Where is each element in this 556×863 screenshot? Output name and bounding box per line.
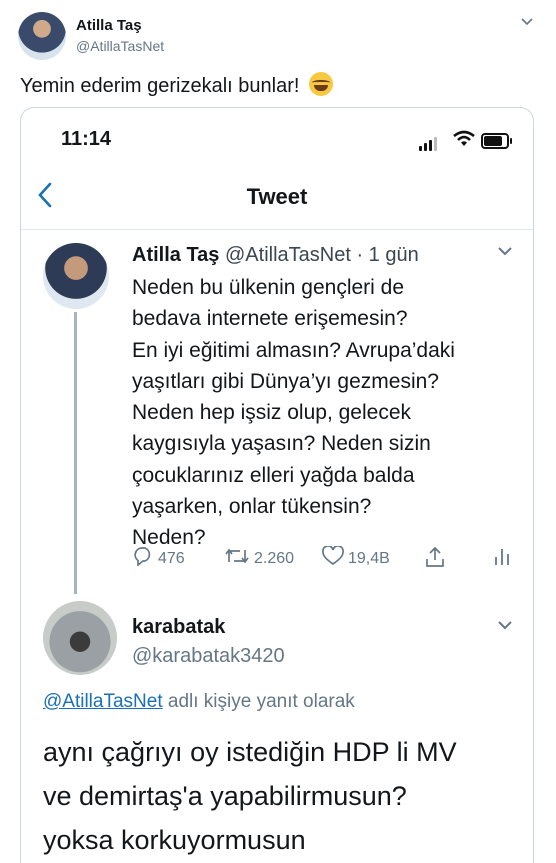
tweet-image[interactable]: 11:14 Tweet Atilla Taş @AtillaTasNet · 1… — [20, 107, 534, 863]
mention-link[interactable]: @AtillaTasNet — [43, 691, 163, 712]
thread-line — [74, 312, 77, 594]
crying-laughing-emoji-icon — [308, 72, 333, 96]
author-handle[interactable]: @karabatak3420 — [132, 645, 285, 668]
chevron-down-icon[interactable] — [497, 244, 513, 262]
reply-icon — [132, 546, 154, 571]
outer-author-handle[interactable]: @AtillaTasNet — [76, 38, 164, 54]
tweet-line: aynı çağrıyı oy istediğin HDP li MV — [43, 737, 457, 767]
share-button[interactable] — [424, 546, 446, 573]
retweet-count: 2.260 — [254, 549, 295, 567]
tweet-line: yaşıtları gibi Dünya’yı gezmesin? — [132, 369, 439, 393]
tweet-line: çocuklarınız elleri yağda balda — [132, 463, 415, 487]
chevron-down-icon[interactable] — [497, 618, 513, 636]
author-name[interactable]: karabatak — [132, 616, 225, 639]
reply-button[interactable]: 476 — [132, 546, 185, 571]
tweet-line: Neden bu ülkenin gençleri de — [132, 276, 405, 299]
battery-icon — [481, 133, 512, 149]
like-icon — [322, 545, 344, 571]
retweet-button[interactable]: 2.260 — [224, 546, 294, 571]
tweet-line: En iyi eğitimi almasın? Avrupa’daki — [132, 338, 455, 362]
outer-avatar[interactable] — [18, 12, 66, 60]
analytics-button[interactable] — [494, 546, 510, 571]
tweet-line: bedava internete erişemesin? — [132, 307, 408, 331]
tweet-line: kaygısıyla yaşasın? Neden sizin — [132, 432, 431, 456]
tweet-line: yoksa korkuyormusun — [43, 825, 306, 855]
like-button[interactable]: 19,4B — [322, 545, 390, 571]
wifi-icon — [453, 130, 475, 153]
retweet-icon — [224, 546, 250, 571]
like-count: 19,4B — [348, 549, 390, 567]
reply-context-text: adlı kişiye yanıt olarak — [162, 691, 355, 712]
tweet-text: Neden bu ülkenin gençleri de bedava inte… — [132, 272, 512, 554]
tweet-text: aynı çağrıyı oy istediğin HDP li MV ve d… — [43, 730, 523, 862]
tweet-header: Atilla Taş @AtillaTasNet · 1 gün — [132, 244, 419, 267]
status-time: 11:14 — [61, 128, 112, 150]
outer-tweet-text: Yemin ederim gerizekalı bunlar! — [20, 72, 333, 98]
author-meta[interactable]: @AtillaTasNet · 1 gün — [225, 244, 419, 266]
analytics-icon — [494, 546, 510, 571]
reply-count: 476 — [158, 549, 185, 567]
tweet-actions: 476 2.260 19,4B — [132, 545, 509, 574]
chevron-down-icon[interactable] — [520, 14, 534, 30]
reply-context: @AtillaTasNet adlı kişiye yanıt olarak — [43, 691, 355, 713]
nav-title: Tweet — [246, 184, 308, 209]
avatar[interactable] — [43, 601, 117, 675]
nav-divider — [21, 229, 533, 230]
outer-author-name[interactable]: Atilla Taş — [76, 17, 142, 34]
author-name[interactable]: Atilla Taş — [132, 244, 219, 266]
avatar[interactable] — [43, 243, 109, 309]
outer-tweet-body: Yemin ederim gerizekalı bunlar! — [20, 75, 300, 97]
tweet-line: Neden hep işsiz olup, gelecek — [132, 401, 412, 425]
tweet-line: ve demirtaş'a yapabilirmusun? — [43, 781, 407, 811]
tweet-line: yaşarken, onlar tükensin? — [132, 495, 372, 519]
share-icon — [424, 546, 446, 573]
